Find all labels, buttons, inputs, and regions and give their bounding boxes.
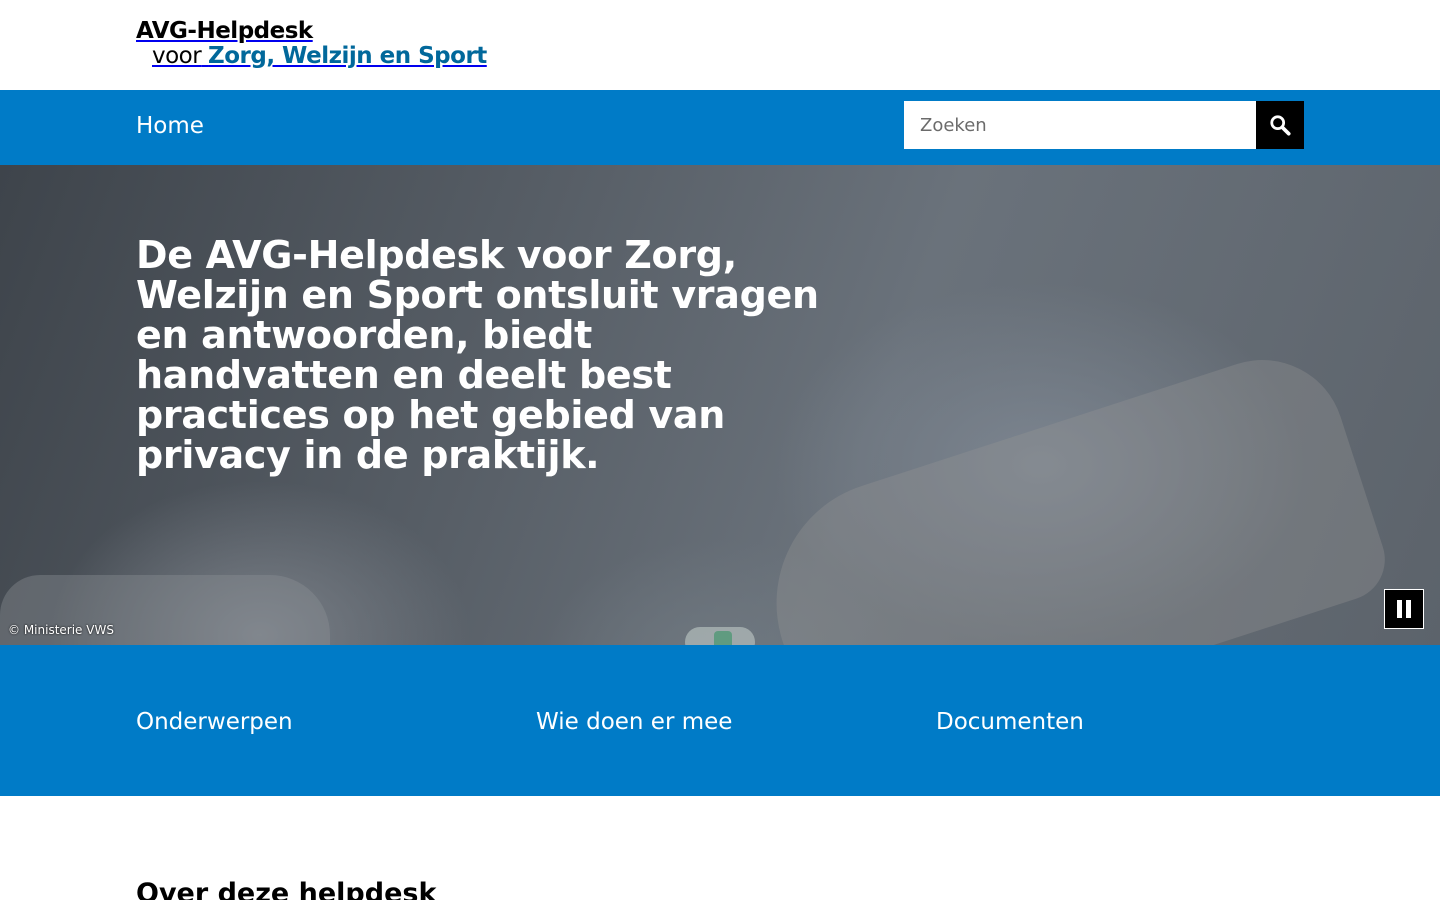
tile-wie-doen-er-mee[interactable]: Wie doen er mee [536, 709, 732, 735]
search-button[interactable] [1256, 101, 1304, 149]
pause-icon-bar [1406, 600, 1411, 618]
logo-sub: Zorg, Welzijn en Sport [208, 43, 487, 69]
topic-tiles: Onderwerpen Wie doen er mee Documenten [0, 645, 1440, 796]
nav-home-link[interactable]: Home [136, 113, 204, 139]
hero-banner: De AVG-Helpdesk voor Zorg, Welzijn en Sp… [0, 165, 1440, 645]
search-icon [1270, 115, 1291, 136]
hero-image-sensor-band [714, 631, 732, 645]
main-nav: Home [0, 90, 1440, 165]
hero-image-hand [744, 338, 1396, 645]
tile-documenten[interactable]: Documenten [936, 709, 1084, 735]
main-content: Over deze helpdesk [0, 796, 1440, 900]
logo-subtitle: voor Zorg, Welzijn en Sport [136, 45, 487, 68]
image-credit: © Ministerie VWS [8, 623, 114, 637]
site-header: AVG-Helpdesk voor Zorg, Welzijn en Sport [0, 0, 1440, 90]
section-heading: Over deze helpdesk [136, 878, 437, 900]
search-input[interactable] [904, 101, 1256, 149]
pause-icon [1397, 600, 1402, 618]
search-form [904, 101, 1304, 149]
site-logo[interactable]: AVG-Helpdesk voor Zorg, Welzijn en Sport [136, 20, 487, 68]
hero-title: De AVG-Helpdesk voor Zorg, Welzijn en Sp… [136, 233, 819, 477]
logo-title: AVG-Helpdesk [136, 18, 313, 44]
pause-button[interactable] [1384, 589, 1424, 629]
logo-voor: voor [152, 43, 202, 69]
tile-onderwerpen[interactable]: Onderwerpen [136, 709, 293, 735]
